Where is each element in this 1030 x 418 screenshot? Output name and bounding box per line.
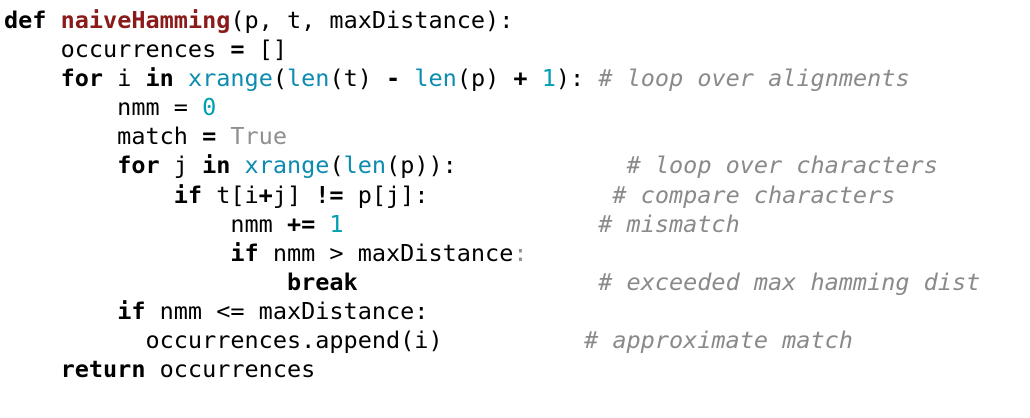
builtin-token: len — [343, 151, 387, 180]
operator-token: + — [258, 180, 273, 209]
code-token: nmm — [4, 209, 287, 238]
comment-token: # exceeded max hamming dist — [598, 267, 981, 296]
code-token: (p) — [456, 64, 514, 93]
comment-token: # compare characters — [612, 180, 896, 209]
code-line: def naiveHamming(p, t, maxDistance): — [4, 6, 980, 35]
code-line: for j in xrange(len(p)): # loop over cha… — [4, 151, 980, 180]
keyword-token: break — [286, 267, 358, 296]
code-token: = — [173, 93, 188, 122]
builtin-token: len — [287, 64, 330, 93]
operator-token: = — [202, 122, 217, 151]
code-line: nmm += 1 # mismatch — [4, 210, 980, 239]
code-token: p[j]: — [343, 180, 613, 209]
function-name-token: naiveHamming — [60, 6, 231, 34]
code-token: ): — [555, 64, 599, 93]
code-token: (p, t, maxDistance): — [230, 6, 514, 34]
comment-token: # loop over characters — [626, 151, 938, 180]
code-token: ( — [272, 64, 287, 93]
code-line: for i in xrange(len(t) - len(p) + 1): # … — [4, 64, 980, 93]
code-line: if nmm <= maxDistance: — [4, 297, 980, 326]
builtin-token: len — [414, 64, 457, 93]
code-token: occurrences — [145, 355, 316, 384]
comment-token: # loop over alignments — [598, 64, 910, 93]
operator-token: + — [513, 64, 528, 93]
operator-token: != — [315, 180, 344, 209]
code-token: (p)): — [386, 151, 627, 180]
keyword-token: def — [4, 6, 47, 34]
code-token: match — [4, 122, 203, 151]
keyword-token: if — [230, 238, 259, 267]
code-block: def naiveHamming(p, t, maxDistance): occ… — [4, 6, 980, 384]
number-token: 0 — [202, 93, 217, 122]
number-token: 1 — [541, 64, 556, 93]
code-token: nmm > maxDistance — [258, 238, 514, 267]
keyword-token: for — [60, 64, 104, 93]
operator-token: += — [286, 209, 316, 238]
code-token: t[i — [202, 180, 259, 209]
code-token: occurrences.append(i) — [4, 326, 585, 355]
code-line: match = True — [4, 122, 980, 151]
number-token: 1 — [329, 209, 344, 238]
code-token: i — [103, 64, 146, 93]
constant-token: : — [513, 238, 528, 267]
keyword-token: for — [117, 151, 160, 180]
keyword-token: in — [145, 64, 174, 93]
constant-token: True — [230, 122, 287, 151]
code-line: occurrences.append(i) # approximate matc… — [4, 326, 980, 355]
keyword-token: in — [202, 151, 231, 180]
code-token: nmm <= maxDistance: — [145, 296, 429, 325]
code-line: break # exceeded max hamming dist — [4, 268, 980, 297]
code-line: if t[i+j] != p[j]: # compare characters — [4, 181, 980, 210]
code-token: j] — [272, 180, 316, 209]
code-token: [] — [244, 35, 287, 64]
builtin-token: xrange — [187, 64, 273, 93]
code-token: j — [159, 151, 203, 180]
code-token: occurrences — [4, 35, 231, 64]
code-line: occurrences = [] — [4, 35, 980, 64]
comment-token: # mismatch — [598, 209, 740, 238]
keyword-token: if — [173, 180, 203, 209]
builtin-token: xrange — [244, 151, 330, 180]
code-token: ( — [329, 151, 344, 180]
code-line: return occurrences — [4, 355, 980, 384]
code-token: (t) — [329, 64, 387, 93]
code-token: nmm — [4, 93, 174, 122]
code-line: if nmm > maxDistance: — [4, 239, 980, 268]
keyword-token: if — [117, 296, 146, 325]
operator-token: = — [230, 35, 245, 64]
code-line: nmm = 0 — [4, 93, 980, 122]
keyword-token: return — [60, 355, 146, 384]
operator-token: - — [386, 64, 401, 93]
comment-token: # approximate match — [584, 326, 853, 355]
